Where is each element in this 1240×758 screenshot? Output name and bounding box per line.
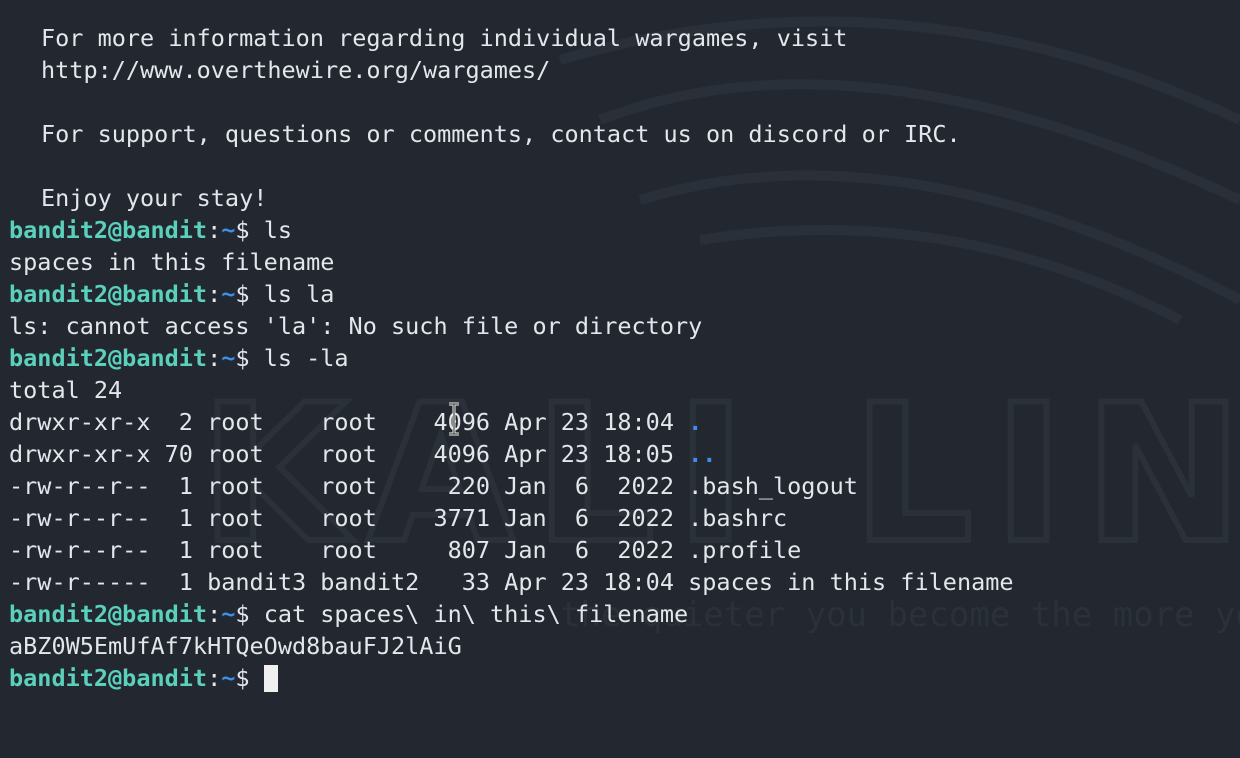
prompt-separator: : [207, 280, 222, 308]
prompt-dollar: $ [235, 600, 264, 628]
command-text: ls -la [263, 344, 349, 372]
listing-attributes: -rw-r--r-- 1 root root 807 Jan 6 2022 [9, 536, 689, 564]
prompt-separator: : [207, 600, 222, 628]
motd-line: Enjoy your stay! [41, 184, 268, 212]
prompt-user-host: bandit2@bandit [9, 600, 208, 628]
output-line: ls: cannot access 'la': No such file or … [9, 312, 703, 340]
listing-row: drwxr-xr-x 70 root root 4096 Apr 23 18:0… [9, 438, 1240, 470]
prompt-line: bandit2@bandit:~$ cat spaces\ in\ this\ … [9, 598, 1240, 630]
prompt-line: bandit2@bandit:~$ [9, 662, 1240, 694]
output-line: aBZ0W5EmUfAf7kHTQeOwd8bauFJ2lAiG [9, 632, 462, 660]
prompt-dollar: $ [235, 664, 264, 692]
prompt-path: ~ [221, 344, 236, 372]
terminal-output[interactable]: For more information regarding individua… [9, 22, 1240, 758]
prompt-dollar: $ [235, 216, 264, 244]
prompt-user-host: bandit2@bandit [9, 344, 208, 372]
listing-filename: .. [688, 440, 717, 468]
listing-filename: spaces in this filename [688, 568, 1014, 596]
listing-attributes: -rw-r----- 1 bandit3 bandit2 33 Apr 23 1… [9, 568, 689, 596]
prompt-user-host: bandit2@bandit [9, 216, 208, 244]
output-line: spaces in this filename [9, 248, 335, 276]
motd-line [9, 150, 1240, 182]
prompt-dollar: $ [235, 344, 264, 372]
listing-row: -rw-r----- 1 bandit3 bandit2 33 Apr 23 1… [9, 566, 1240, 598]
listing-filename: . [688, 408, 703, 436]
prompt-line: bandit2@bandit:~$ ls [9, 214, 1240, 246]
motd-line: For more information regarding individua… [41, 24, 848, 52]
prompt-dollar: $ [235, 280, 264, 308]
listing-row: drwxr-xr-x 2 root root 4096 Apr 23 18:04… [9, 406, 1240, 438]
terminal-cursor[interactable] [263, 664, 278, 692]
output-line: total 24 [9, 376, 123, 404]
prompt-user-host: bandit2@bandit [9, 664, 208, 692]
prompt-separator: : [207, 216, 222, 244]
command-text: ls la [263, 280, 335, 308]
prompt-separator: : [207, 344, 222, 372]
command-text: cat spaces\ in\ this\ filename [263, 600, 689, 628]
motd-line: http://www.overthewire.org/wargames/ [41, 56, 551, 84]
prompt-path: ~ [221, 664, 236, 692]
prompt-path: ~ [221, 600, 236, 628]
listing-filename: .bashrc [688, 504, 788, 532]
text-cursor-ibeam-icon [449, 402, 459, 436]
prompt-separator: : [207, 664, 222, 692]
prompt-user-host: bandit2@bandit [9, 280, 208, 308]
listing-attributes: -rw-r--r-- 1 root root 3771 Jan 6 2022 [9, 504, 689, 532]
command-text: ls [263, 216, 292, 244]
listing-row: -rw-r--r-- 1 root root 3771 Jan 6 2022 .… [9, 502, 1240, 534]
listing-filename: .bash_logout [688, 472, 858, 500]
listing-attributes: drwxr-xr-x 70 root root 4096 Apr 23 18:0… [9, 440, 689, 468]
prompt-path: ~ [221, 216, 236, 244]
listing-row: -rw-r--r-- 1 root root 807 Jan 6 2022 .p… [9, 534, 1240, 566]
prompt-path: ~ [221, 280, 236, 308]
prompt-line: bandit2@bandit:~$ ls la [9, 278, 1240, 310]
listing-attributes: drwxr-xr-x 2 root root 4096 Apr 23 18:04 [9, 408, 689, 436]
listing-row: -rw-r--r-- 1 root root 220 Jan 6 2022 .b… [9, 470, 1240, 502]
motd-line [9, 86, 1240, 118]
listing-attributes: -rw-r--r-- 1 root root 220 Jan 6 2022 [9, 472, 689, 500]
motd-line: For support, questions or comments, cont… [41, 120, 961, 148]
listing-filename: .profile [688, 536, 802, 564]
prompt-line: bandit2@bandit:~$ ls -la [9, 342, 1240, 374]
